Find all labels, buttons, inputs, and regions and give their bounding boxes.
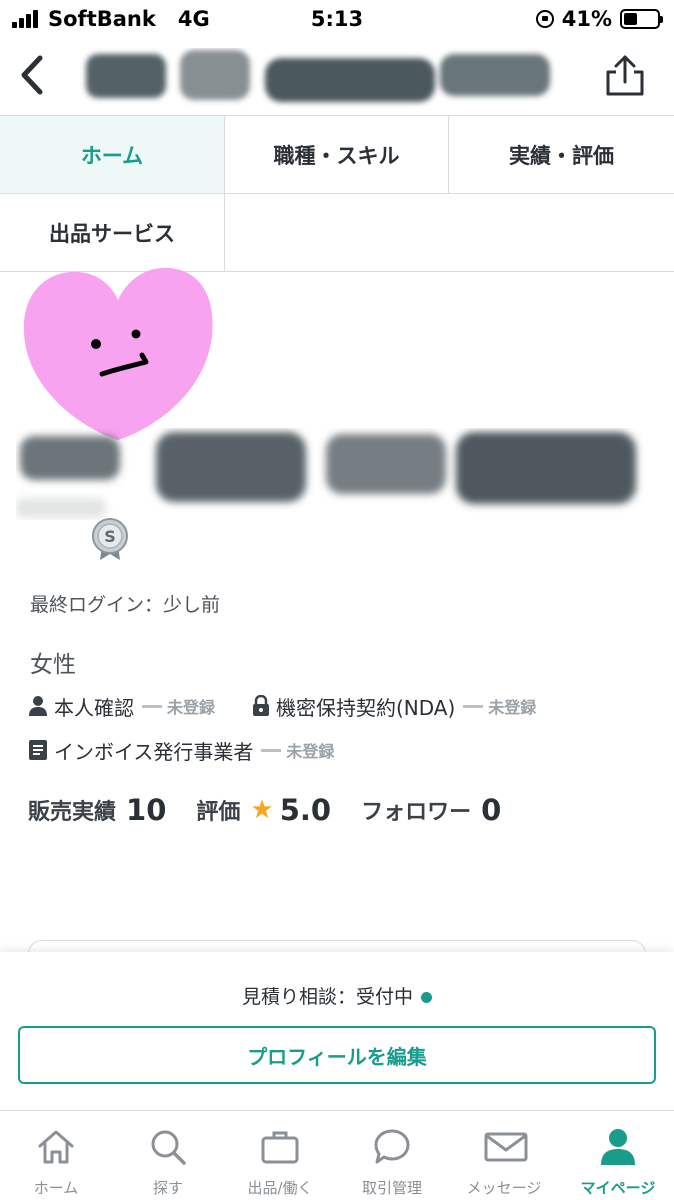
sales-label: 販売実績 [28, 800, 117, 825]
status-dot-icon [421, 992, 432, 1003]
quote-status-label: 見積り相談：受付中 [241, 986, 413, 1008]
redacted-title [86, 50, 550, 102]
back-button[interactable] [10, 50, 56, 100]
sales-value: 10 [126, 793, 167, 827]
tab-label: 職種・スキル [273, 143, 400, 168]
battery-icon [620, 9, 663, 29]
mail-icon [484, 1132, 528, 1162]
action-panel: 見積り相談：受付中 プロフィールを編集 [0, 952, 674, 1112]
tab-skills[interactable]: 職種・スキル [225, 116, 449, 194]
star-icon: ★ [250, 795, 274, 825]
avatar[interactable] [18, 262, 218, 444]
tabbar-mypage[interactable]: マイページ [562, 1111, 674, 1200]
tab-label: 実績・評価 [509, 143, 614, 168]
rotation-lock-icon [535, 10, 554, 28]
edit-profile-button[interactable]: プロフィールを編集 [18, 1026, 656, 1084]
nda-label: 機密保持契約(NDA) [276, 695, 456, 720]
battery-percent: 41% [561, 7, 612, 31]
lock-icon [253, 695, 269, 716]
nda-status: 未登録 [463, 694, 536, 718]
quote-status: 見積り相談：受付中 [0, 982, 674, 1009]
tab-home[interactable]: ホーム [0, 116, 225, 194]
tab-label: 出品サービス [49, 221, 175, 246]
invoice-row: インボイス発行事業者 未登録 [28, 736, 334, 764]
bottom-tab-bar: ホーム 探す 出品/働く 取引管理 メッセージ マイページ [0, 1110, 674, 1200]
chevron-left-icon [21, 55, 43, 95]
share-icon [606, 55, 644, 96]
tabbar-label: マイページ [580, 1179, 656, 1197]
tab-results-reviews[interactable]: 実績・評価 [449, 116, 674, 194]
document-icon [29, 740, 47, 760]
tabbar-messages[interactable]: メッセージ [448, 1111, 560, 1200]
person-icon [29, 696, 47, 716]
redacted-name [16, 432, 636, 518]
tabbar-label: ホーム [33, 1179, 79, 1197]
tabbar-label: 出品/働く [247, 1179, 313, 1197]
followers-value[interactable]: 0 [481, 793, 501, 827]
status-bar: SoftBank 4G 5:13 41% [0, 0, 674, 38]
chat-bubble-icon [374, 1129, 410, 1164]
tabbar-label: メッセージ [466, 1179, 542, 1197]
gender: 女性 [30, 652, 76, 678]
followers-label[interactable]: フォロワー [361, 794, 471, 826]
tabbar-home[interactable]: ホーム [0, 1111, 112, 1200]
nda-row: 機密保持契約(NDA) 未登録 [252, 692, 536, 720]
invoice-label: インボイス発行事業者 [54, 739, 254, 764]
tabbar-label: 探す [152, 1179, 183, 1197]
invoice-status: 未登録 [261, 738, 334, 762]
tabbar-transactions[interactable]: 取引管理 [336, 1111, 448, 1200]
briefcase-icon [261, 1131, 299, 1164]
rating-value: 5.0 [279, 793, 332, 827]
rating-label: 評価 [196, 800, 241, 825]
tab-services[interactable]: 出品サービス [0, 194, 225, 272]
seller-rank-badge-icon[interactable]: S [90, 518, 130, 562]
tabbar-search[interactable]: 探す [112, 1111, 224, 1200]
identity-verification-row: 本人確認 未登録 [28, 692, 215, 720]
identity-verification-status: 未登録 [142, 694, 215, 718]
share-button[interactable] [602, 52, 648, 100]
tab-label: ホーム [80, 143, 144, 168]
home-icon [38, 1130, 74, 1164]
profile-stats: 販売実績 10 評価 ★ 5.0 フォロワー 0 [28, 790, 531, 830]
tabbar-sell-work[interactable]: 出品/働く [224, 1111, 336, 1200]
tabbar-label: 取引管理 [361, 1179, 422, 1197]
person-icon [601, 1129, 635, 1165]
last-login: 最終ログイン：少し前 [30, 594, 221, 616]
identity-verification-label: 本人確認 [54, 695, 134, 720]
search-icon [151, 1130, 186, 1165]
svg-text:S: S [104, 527, 116, 546]
tab-empty-cell [225, 194, 674, 272]
nav-bar [0, 38, 674, 116]
